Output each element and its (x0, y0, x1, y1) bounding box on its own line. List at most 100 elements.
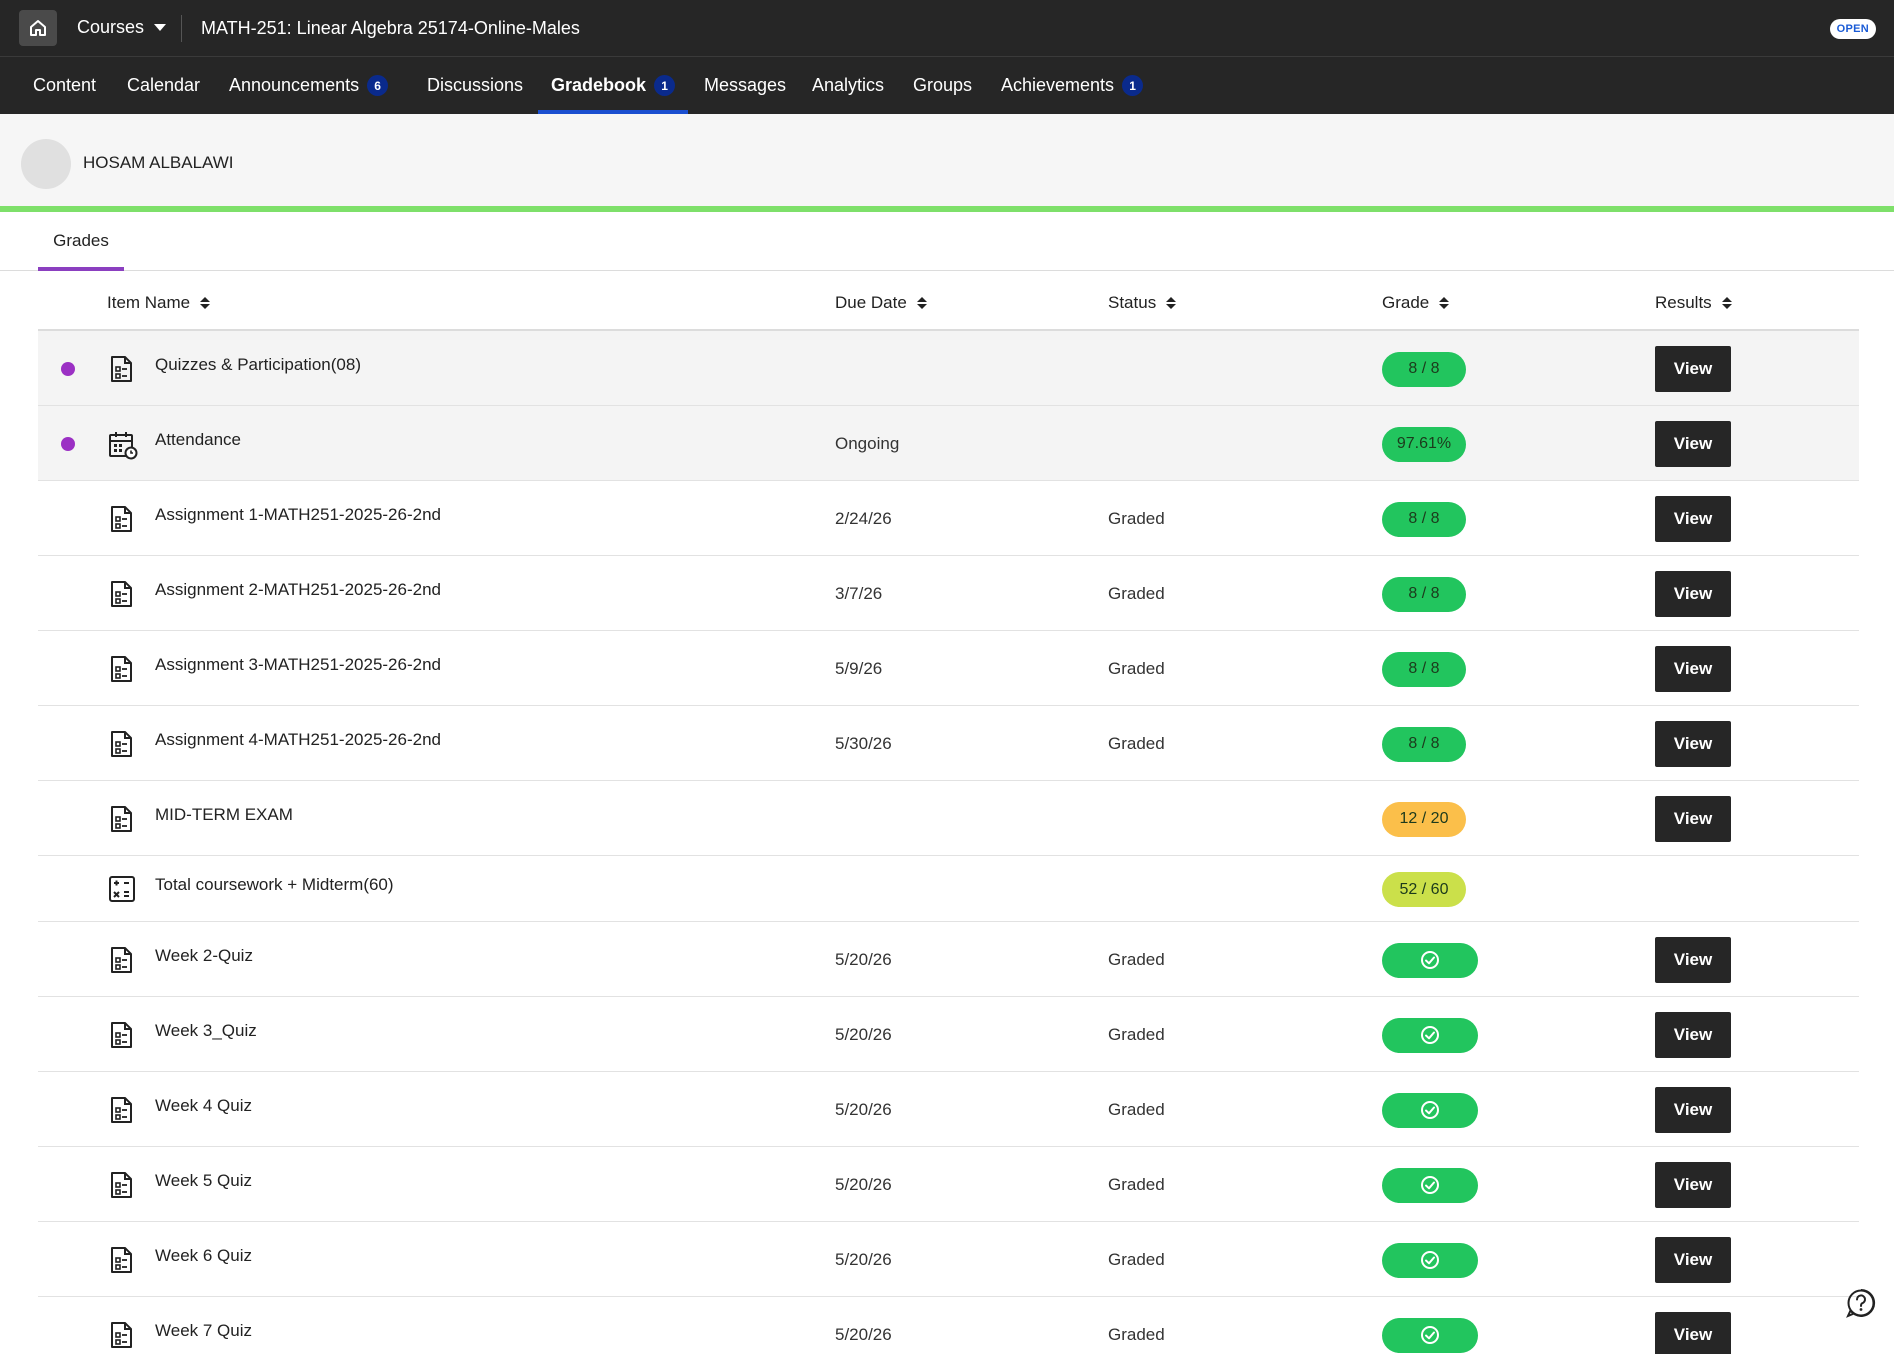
unread-dot (61, 361, 75, 376)
tab-grades[interactable]: Grades (38, 212, 124, 271)
due-date: 5/20/26 (835, 1099, 892, 1119)
item-name[interactable]: Week 3_Quiz (155, 1021, 257, 1041)
item-name[interactable]: Assignment 3-MATH251-2025-26-2nd (155, 655, 441, 675)
table-row: Assignment 4-MATH251-2025-26-2nd 5/30/26 G… (38, 706, 1859, 781)
table-row: Assignment 1-MATH251-2025-26-2nd 2/24/26 G… (38, 481, 1859, 556)
attendance-calendar-icon (108, 430, 138, 459)
view-button[interactable]: View (1655, 1086, 1731, 1133)
count-badge: 1 (654, 75, 676, 96)
document-icon (108, 355, 134, 383)
view-button[interactable]: View (1655, 345, 1731, 392)
chevron-down-icon (154, 24, 167, 31)
view-button[interactable]: View (1655, 645, 1731, 692)
view-button[interactable]: View (1655, 1236, 1731, 1283)
nav-item-label: Achievements (1001, 75, 1115, 95)
table-row: Assignment 2-MATH251-2025-26-2nd 3/7/26 Gr… (38, 556, 1859, 631)
due-date: 5/20/26 (835, 1024, 892, 1044)
view-button[interactable]: View (1655, 495, 1731, 542)
item-name[interactable]: Assignment 4-MATH251-2025-26-2nd (155, 730, 441, 750)
item-name[interactable]: Week 4 Quiz (155, 1096, 252, 1116)
tab-announcements[interactable]: Announcements 6 (216, 57, 401, 114)
grade-pill: 8 / 8 (1382, 651, 1466, 687)
grade-check-pill (1382, 1167, 1478, 1203)
top-bar: Courses MATH-251: Linear Algebra 25174-O… (0, 0, 1894, 57)
tab-gradebook[interactable]: Gradebook 1 (538, 57, 689, 114)
tab-bar: Grades (0, 212, 1894, 271)
document-icon (108, 1321, 134, 1349)
tab-calendar[interactable]: Calendar (114, 57, 213, 114)
item-name[interactable]: Week 2-Quiz (155, 946, 253, 966)
grade-pill: 8 / 8 (1382, 351, 1466, 387)
course-title[interactable]: MATH-251: Linear Algebra 25174-Online-Ma… (201, 18, 580, 39)
tab-groups[interactable]: Groups (900, 57, 985, 114)
unread-dot (61, 436, 75, 451)
status-text: Graded (1108, 658, 1165, 678)
document-icon (108, 805, 134, 833)
view-button[interactable]: View (1655, 795, 1731, 842)
due-date: 3/7/26 (835, 583, 883, 603)
nav-item-label: Gradebook (551, 75, 647, 95)
nav-item-label: Messages (704, 75, 787, 95)
nav-item-label: Content (33, 75, 97, 95)
document-icon (108, 1021, 134, 1049)
check-circle-icon (1420, 1250, 1440, 1270)
tab-achievements[interactable]: Achievements 1 (988, 57, 1156, 114)
tab-discussions[interactable]: Discussions (414, 57, 536, 114)
status-text: Graded (1108, 508, 1165, 528)
item-name[interactable]: Attendance (155, 430, 241, 450)
grade-pill: 97.61% (1382, 426, 1466, 462)
document-icon (108, 730, 134, 758)
due-date: Ongoing (835, 433, 900, 453)
avatar (21, 139, 71, 189)
sort-icon (1166, 296, 1177, 309)
item-name[interactable]: Week 7 Quiz (155, 1321, 252, 1341)
header-due-date-label: Due Date (835, 292, 907, 312)
header-status[interactable]: Status (1108, 276, 1177, 329)
status-text: Graded (1108, 1324, 1165, 1344)
view-button[interactable]: View (1655, 1161, 1731, 1208)
view-button[interactable]: View (1655, 570, 1731, 617)
courses-dropdown[interactable]: Courses (77, 17, 167, 38)
view-button[interactable]: View (1655, 1011, 1731, 1058)
item-name[interactable]: Week 5 Quiz (155, 1171, 252, 1191)
sort-icon (1439, 296, 1450, 309)
tab-messages[interactable]: Messages (691, 57, 799, 114)
view-button[interactable]: View (1655, 420, 1731, 467)
courses-label: Courses (77, 17, 145, 37)
view-button[interactable]: View (1655, 720, 1731, 767)
help-icon[interactable] (1846, 1288, 1876, 1318)
grade-pill: 52 / 60 (1382, 872, 1466, 907)
grade-check-pill (1382, 1242, 1478, 1278)
header-grade[interactable]: Grade (1382, 276, 1450, 329)
home-button[interactable] (19, 10, 57, 46)
document-icon (108, 1171, 134, 1199)
header-results[interactable]: Results (1655, 276, 1732, 329)
view-button[interactable]: View (1655, 1311, 1731, 1354)
document-icon (108, 580, 134, 608)
item-name[interactable]: Assignment 1-MATH251-2025-26-2nd (155, 505, 441, 525)
header-due-date[interactable]: Due Date (835, 276, 927, 329)
view-button[interactable]: View (1655, 936, 1731, 983)
item-name[interactable]: Week 6 Quiz (155, 1246, 252, 1266)
grade-pill: 12 / 20 (1382, 801, 1466, 837)
open-badge: OPEN (1829, 19, 1876, 39)
tab-analytics[interactable]: Analytics (799, 57, 897, 114)
item-name[interactable]: MID-TERM EXAM (155, 805, 293, 825)
item-name[interactable]: Assignment 2-MATH251-2025-26-2nd (155, 580, 441, 600)
item-name[interactable]: Total coursework + Midterm(60) (155, 875, 394, 895)
header-status-label: Status (1108, 292, 1157, 312)
table-row: Attendance Ongoing 97.61% View (38, 406, 1859, 481)
document-icon (108, 946, 134, 974)
header-item-name[interactable]: Item Name (107, 276, 211, 329)
table-row: Assignment 3-MATH251-2025-26-2nd 5/9/26 Gr… (38, 631, 1859, 706)
item-name[interactable]: Quizzes & Participation(08) (155, 355, 361, 375)
tab-content[interactable]: Content (20, 57, 109, 114)
grade-pill: 8 / 8 (1382, 726, 1466, 762)
table-row: MID-TERM EXAM 12 / 20 View (38, 781, 1859, 856)
count-badge: 1 (1122, 75, 1144, 96)
check-circle-icon (1420, 1025, 1440, 1045)
grade-check-pill (1382, 1317, 1478, 1353)
due-date: 2/24/26 (835, 508, 892, 528)
user-header: HOSAM ALBALAWI (0, 114, 1894, 210)
check-circle-icon (1420, 1100, 1440, 1120)
